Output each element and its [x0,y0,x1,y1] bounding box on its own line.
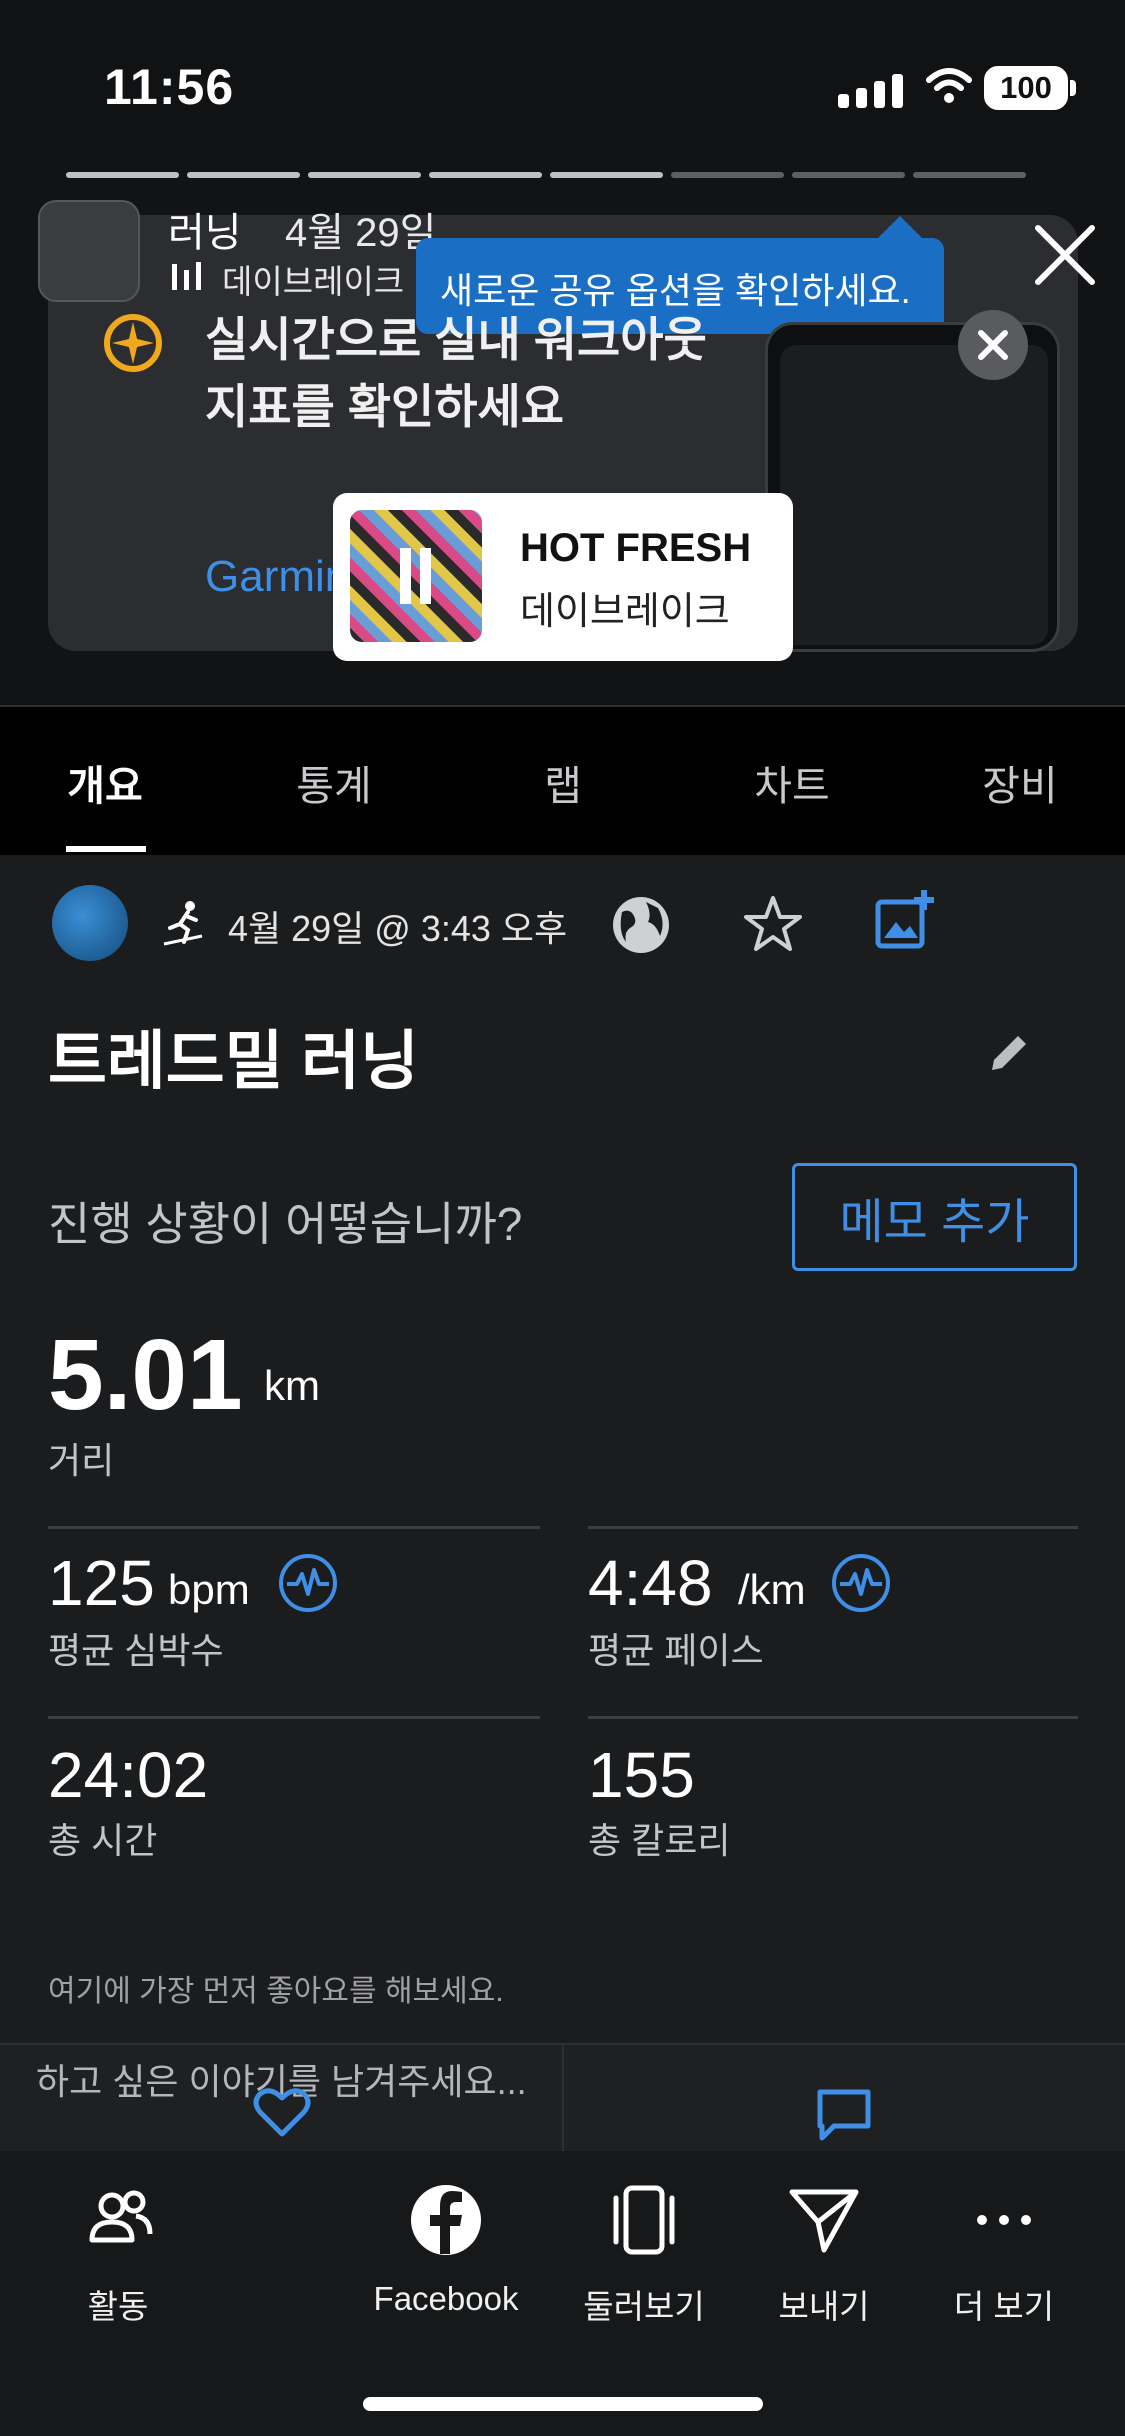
comment-separator [562,2043,564,2151]
distance-label: 거리 [48,1440,115,1481]
facebook-icon[interactable] [408,2182,484,2258]
avatar[interactable] [52,885,128,961]
divider [588,1716,1078,1719]
add-photo-icon[interactable] [872,888,938,954]
total-time-label: 총 시간 [48,1820,158,1861]
heart-rate-icon[interactable] [830,1552,892,1614]
active-tab-indicator [66,846,146,852]
total-time-value: 24:02 [48,1739,209,1811]
activity-title: 트레드밀 러닝 [48,1025,420,1097]
bottom-tab-more[interactable]: 더 보기 [894,2280,1114,2328]
distance-value: 5.01 [48,1319,243,1431]
tooltip-arrow [876,216,924,240]
story-progress-bar [66,172,1026,178]
pause-icon[interactable] [400,548,432,604]
ad-headline: 실시간으로 실내 워크아웃 지표를 확인하세요 [205,313,707,433]
close-icon [978,330,1008,360]
total-calories-label: 총 칼로리 [588,1820,731,1861]
like-heart-icon[interactable] [252,2084,312,2140]
more-icon[interactable] [966,2182,1042,2258]
avg-heart-rate-label: 평균 심박수 [48,1630,224,1671]
music-bars-icon [172,262,201,290]
avg-heart-rate-value: 125 [48,1547,155,1619]
story-title: 러닝 [168,211,242,255]
avg-pace-label: 평균 페이스 [588,1630,764,1671]
bottom-tab-activity[interactable]: 활동 [8,2280,228,2328]
ad-link[interactable]: Garmin [205,552,349,602]
avg-heart-rate-unit: bpm [168,1566,250,1613]
tab-charts[interactable]: 차트 [702,752,882,812]
ad-dismiss-button[interactable] [958,310,1028,380]
garmin-coach-logo-icon [104,314,162,372]
close-icon[interactable] [1030,220,1100,290]
treadmill-run-icon [163,901,203,946]
home-indicator[interactable] [363,2397,763,2411]
divider [48,1526,540,1529]
people-icon[interactable] [82,2182,158,2258]
tab-gear[interactable]: 장비 [930,752,1110,812]
story-date: 4월 29일 [285,211,437,255]
bottom-tab-facebook[interactable]: Facebook [336,2280,556,2318]
music-title: HOT FRESH [520,526,752,570]
wifi-icon [926,68,972,103]
activity-datetime: 4월 29일 @ 3:43 오후 [228,908,568,949]
tab-laps[interactable]: 랩 [473,752,653,812]
total-calories-value: 155 [588,1739,695,1811]
avg-pace-value: 4:48 [588,1547,713,1619]
divider [48,1716,540,1719]
edit-pencil-icon[interactable] [986,1030,1032,1076]
story-thumbnail [38,200,140,302]
tab-stats[interactable]: 통계 [244,752,424,812]
globe-icon[interactable] [608,892,674,958]
star-icon[interactable] [740,892,806,958]
comment-icon[interactable] [814,2086,874,2142]
avg-pace-unit: /km [738,1566,806,1613]
music-artist: 데이브레이크 [520,591,730,633]
battery-tip [1070,80,1076,96]
send-icon[interactable] [786,2182,862,2258]
tab-overview[interactable]: 개요 [15,752,195,812]
divider [588,1526,1078,1529]
carousel-icon[interactable] [606,2182,682,2258]
ad-phone-screen [780,345,1048,645]
progress-question: 진행 상황이 어떻습니까? [48,1198,523,1250]
likes-hint: 여기에 가장 먼저 좋아요를 해보세요. [48,1975,504,2008]
add-memo-button[interactable]: 메모 추가 [792,1163,1077,1271]
status-time: 11:56 [104,59,235,115]
battery-indicator: 100 [984,66,1068,110]
cellular-signal-icon [838,74,903,108]
distance-unit: km [264,1362,320,1409]
heart-rate-icon[interactable] [277,1552,339,1614]
